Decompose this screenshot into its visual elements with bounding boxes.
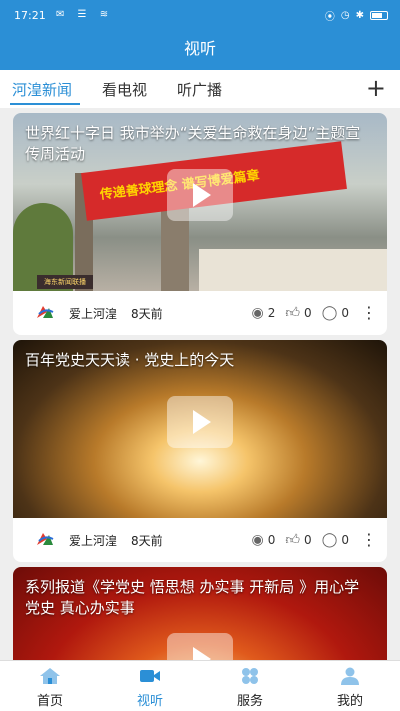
- comment-count: 0: [341, 305, 349, 320]
- video-thumbnail[interactable]: 传递善球理念 谱写博爱篇章 海东新闻联播 世界红十字日 我市举办“关爱生命救在身…: [13, 113, 387, 291]
- like-count: 0: [304, 305, 312, 320]
- video-camera-icon: [140, 670, 160, 682]
- comment-icon[interactable]: ◯: [322, 305, 338, 321]
- source-name[interactable]: 爱上河湟: [69, 305, 117, 322]
- source-name[interactable]: 爱上河湟: [69, 532, 117, 549]
- play-icon[interactable]: [167, 169, 233, 221]
- alarm-icon: ◷: [340, 10, 350, 21]
- thumbs-up-icon[interactable]: 👍︎: [285, 531, 300, 548]
- status-bar: 17:21 ✉ ☰ ≋ ⦿ ◷ ✱: [0, 0, 400, 30]
- video-title: 系列报道《学党史 悟思想 办实事 开新局 》用心学党史 真心办实事: [25, 578, 360, 617]
- channel-tabs: 河湟新闻 看电视 听广播 +: [0, 70, 400, 108]
- active-tab-indicator: [10, 103, 80, 105]
- video-title: 世界红十字日 我市举办“关爱生命救在身边”主题宣传周活动: [25, 124, 361, 163]
- more-options-icon[interactable]: ⋮: [361, 530, 377, 549]
- video-meta: 爱上河湟 8天前 ◉ 0 👍︎ 0 ◯ 0 ⋮: [13, 518, 387, 562]
- video-thumbnail[interactable]: 百年党史天天读 · 党史上的今天: [13, 340, 387, 518]
- video-list[interactable]: 传递善球理念 谱写博爱篇章 海东新闻联播 世界红十字日 我市举办“关爱生命救在身…: [0, 108, 400, 660]
- nav-video-label: 视听: [136, 694, 163, 709]
- add-channel-icon[interactable]: +: [366, 74, 386, 102]
- comment-count: 0: [341, 532, 349, 547]
- time-ago: 8天前: [131, 534, 163, 548]
- vibrate-icon: ⦿: [324, 12, 335, 23]
- home-icon: [40, 668, 60, 684]
- nav-profile[interactable]: 我的: [300, 661, 400, 711]
- more-options-icon[interactable]: ⋮: [361, 303, 377, 322]
- system-icons: ⦿ ◷ ✱: [325, 8, 388, 23]
- status-time: 17:21: [14, 9, 46, 22]
- like-count: 0: [304, 532, 312, 547]
- video-thumbnail[interactable]: 系列报道《学党史 悟思想 办实事 开新局 》用心学党史 真心办实事: [13, 567, 387, 660]
- battery-icon: [370, 11, 388, 20]
- grid-icon: [242, 668, 258, 684]
- nav-services-label: 服务: [236, 694, 263, 709]
- page-title: 视听: [0, 30, 400, 70]
- nav-services[interactable]: 服务: [200, 661, 300, 711]
- tab-hehuang-news[interactable]: 河湟新闻: [12, 79, 72, 100]
- user-icon: [341, 667, 359, 685]
- video-card[interactable]: 系列报道《学党史 悟思想 办实事 开新局 》用心学党史 真心办实事: [13, 567, 387, 660]
- view-count: 0: [267, 532, 276, 547]
- source-logo-icon: [37, 306, 54, 318]
- video-meta: 爱上河湟 8天前 ◉ 2 👍︎ 0 ◯ 0 ⋮: [13, 291, 387, 335]
- tab-listen-radio[interactable]: 听广播: [177, 79, 222, 100]
- tv-logo: 海东新闻联播: [37, 275, 93, 289]
- eye-icon: ◉: [251, 304, 264, 321]
- nav-profile-label: 我的: [336, 694, 363, 709]
- video-stats: ◉ 2 👍︎ 0 ◯ 0 ⋮: [252, 303, 377, 322]
- play-icon[interactable]: [167, 633, 233, 660]
- nav-home-label: 首页: [36, 694, 63, 709]
- nav-home[interactable]: 首页: [0, 661, 100, 711]
- video-card[interactable]: 传递善球理念 谱写博爱篇章 海东新闻联播 世界红十字日 我市举办“关爱生命救在身…: [13, 113, 387, 335]
- comment-icon[interactable]: ◯: [322, 532, 338, 548]
- video-stats: ◉ 0 👍︎ 0 ◯ 0 ⋮: [252, 530, 377, 549]
- view-count: 2: [267, 305, 276, 320]
- display-boards: [199, 249, 387, 291]
- eye-icon: ◉: [251, 531, 264, 548]
- tab-watch-tv[interactable]: 看电视: [102, 79, 147, 100]
- thumbs-up-icon[interactable]: 👍︎: [285, 304, 300, 321]
- play-icon[interactable]: [167, 396, 233, 448]
- source-logo-icon: [37, 533, 54, 545]
- time-ago: 8天前: [131, 307, 163, 321]
- video-card[interactable]: 百年党史天天读 · 党史上的今天 爱上河湟 8天前 ◉ 0 👍︎ 0 ◯ 0 ⋮: [13, 340, 387, 562]
- nav-video[interactable]: 视听: [100, 661, 200, 711]
- video-title: 百年党史天天读 · 党史上的今天: [25, 351, 235, 369]
- bluetooth-icon: ✱: [355, 10, 364, 21]
- bottom-nav: 首页 视听 服务 我的: [0, 660, 400, 711]
- notification-icons: ✉ ☰ ≋: [56, 9, 114, 20]
